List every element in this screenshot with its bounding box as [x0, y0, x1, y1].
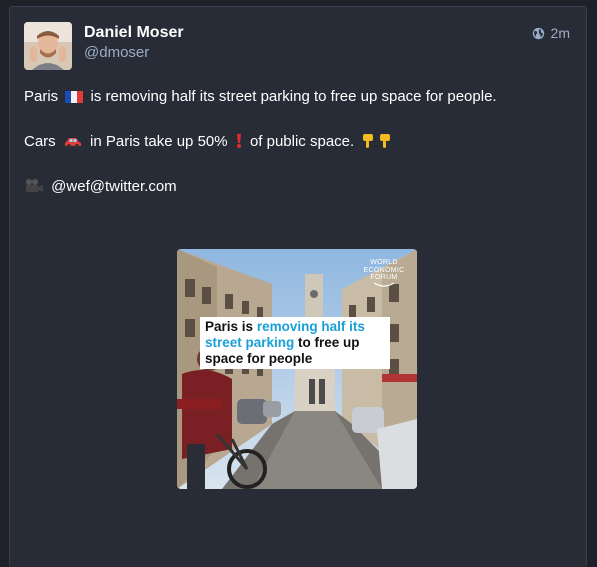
logo-text: WORLD — [370, 259, 398, 266]
globe-icon — [532, 27, 544, 39]
caption-text: Paris is — [205, 319, 254, 334]
media-caption: Paris is removing half its street parkin… — [200, 317, 390, 369]
mention-link[interactable]: @wef@twitter.com — [51, 178, 176, 195]
avatar[interactable] — [24, 22, 72, 70]
timestamp[interactable]: 2m — [551, 25, 570, 41]
logo-text: ECONOMIC — [363, 266, 405, 274]
content-line-2: Cars in Paris take up 50% of public spac… — [24, 132, 574, 155]
display-name[interactable]: Daniel Moser — [84, 24, 184, 42]
content-text: in Paris take up 50% — [90, 133, 228, 150]
movie-camera-icon — [24, 178, 44, 200]
content-text: is removing half its street parking to f… — [90, 88, 497, 105]
timeline-frame: Daniel Moser @dmoser 2m Paris is removin… — [0, 0, 597, 567]
car-icon — [63, 135, 83, 155]
wef-logo: WORLD ECONOMIC FORUM — [360, 259, 408, 290]
logo-arc-icon — [373, 281, 395, 287]
flag-france-icon — [65, 90, 84, 110]
pointing-down-icon — [361, 133, 395, 155]
account-handle[interactable]: @dmoser — [84, 44, 149, 61]
content-line-1: Paris is removing half its street parkin… — [24, 87, 574, 110]
content-line-3: @wef@twitter.com — [24, 177, 574, 200]
status-content: Paris is removing half its street parkin… — [24, 87, 574, 222]
status-meta: 2m — [532, 25, 570, 41]
content-text: of public space. — [249, 133, 355, 150]
exclamation-icon — [235, 133, 243, 155]
content-text: Cars — [24, 133, 56, 150]
content-text: Paris — [24, 88, 59, 105]
logo-text: FORUM — [370, 274, 398, 281]
